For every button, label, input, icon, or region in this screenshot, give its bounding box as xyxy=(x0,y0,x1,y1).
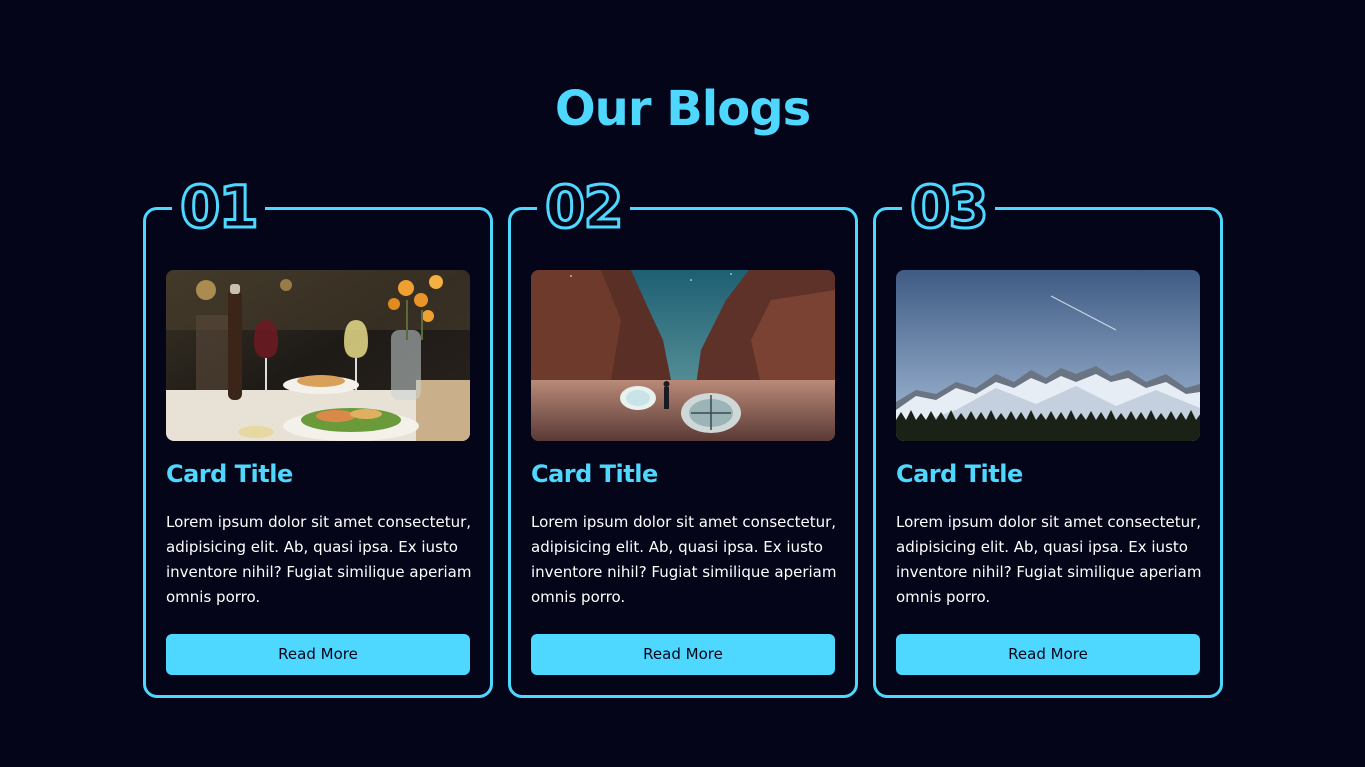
read-more-button[interactable]: Read More xyxy=(166,634,470,675)
blog-card: 02 Card Title Lorem ipsum dolor sit amet… xyxy=(508,174,858,698)
card-number: 03 xyxy=(902,174,995,241)
card-text: Lorem ipsum dolor sit amet consectetur, … xyxy=(896,513,1202,606)
blogs-section: Our Blogs 01 Card Title Lorem ipsum dolo… xyxy=(0,0,1365,767)
snowy-mountains-photo xyxy=(896,270,1200,441)
page-title: Our Blogs xyxy=(554,81,811,137)
card-title: Card Title xyxy=(896,460,1023,488)
blog-card: 03 Card Title Lorem ipsum dolor sit amet… xyxy=(873,174,1223,698)
card-image xyxy=(166,270,470,441)
card-number: 01 xyxy=(172,174,265,241)
restaurant-dinner-photo xyxy=(166,270,470,441)
desert-canyon-camping-photo xyxy=(531,270,835,441)
read-more-button[interactable]: Read More xyxy=(896,634,1200,675)
card-number: 02 xyxy=(537,174,630,241)
read-more-button[interactable]: Read More xyxy=(531,634,835,675)
card-image xyxy=(896,270,1200,441)
card-title: Card Title xyxy=(166,460,293,488)
card-title: Card Title xyxy=(531,460,658,488)
card-text: Lorem ipsum dolor sit amet consectetur, … xyxy=(166,513,472,606)
card-text: Lorem ipsum dolor sit amet consectetur, … xyxy=(531,513,837,606)
card-image xyxy=(531,270,835,441)
blog-card: 01 Card Title Lorem ipsum dolor sit amet… xyxy=(143,174,493,698)
